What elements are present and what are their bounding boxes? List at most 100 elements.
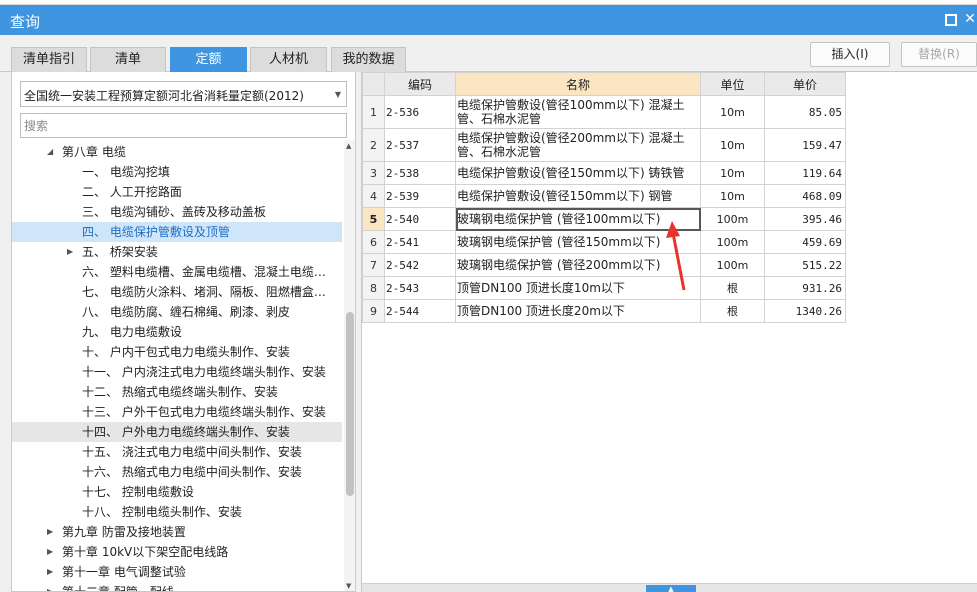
code-cell[interactable]: 2-537	[384, 128, 456, 162]
table-row-current[interactable]: 5 2-540 玻璃钢电缆保护管 (管径100mm以下) 100m 395.46	[362, 207, 846, 231]
scroll-up-icon[interactable]: ▲	[346, 142, 351, 150]
tab-list-guide[interactable]: 清单指引	[11, 47, 87, 72]
scrollbar-thumb[interactable]	[346, 312, 354, 496]
code-cell[interactable]: 2-544	[384, 299, 456, 323]
tab-my-data[interactable]: 我的数据	[331, 47, 406, 72]
price-cell[interactable]: 119.64	[764, 161, 846, 185]
tab-labor-material[interactable]: 人材机	[250, 47, 327, 72]
unit-column-header[interactable]: 单位	[700, 72, 765, 96]
table-row[interactable]: 7 2-542 玻璃钢电缆保护管 (管径200mm以下) 100m 515.22	[362, 253, 846, 277]
unit-cell[interactable]: 10m	[700, 184, 765, 208]
tree-node[interactable]: 十二、 热缩式电缆终端头制作、安装	[12, 382, 342, 402]
price-cell[interactable]: 395.46	[764, 207, 846, 231]
tree-node[interactable]: ▶ 五、 桥架安装	[12, 242, 342, 262]
name-cell[interactable]: 电缆保护管敷设(管径150mm以下) 钢管	[455, 184, 701, 208]
tree-node[interactable]: 七、 电缆防火涂料、堵洞、隔板、阻燃槽盒…	[12, 282, 342, 302]
query-dialog: 查询 ✕ 清单指引 清单 定额 人材机 我的数据 插入(I) 替换(R) 全国统…	[0, 0, 977, 592]
price-cell[interactable]: 159.47	[764, 128, 846, 162]
code-cell[interactable]: 2-541	[384, 230, 456, 254]
unit-cell[interactable]: 100m	[700, 207, 765, 231]
tree-node-hovered[interactable]: 十四、 户外电力电缆终端头制作、安装	[12, 422, 342, 442]
table-row[interactable]: 9 2-544 顶管DN100 顶进长度20m以下 根 1340.26	[362, 299, 846, 323]
tree-node[interactable]: 九、 电力电缆敷设	[12, 322, 342, 342]
price-cell[interactable]: 459.69	[764, 230, 846, 254]
name-column-header[interactable]: 名称	[455, 72, 701, 96]
quota-tree-panel: 全国统一安装工程预算定额河北省消耗量定额(2012) ▼ ◢ 第八章 电缆 一、…	[11, 72, 356, 592]
unit-cell[interactable]: 根	[700, 276, 765, 300]
price-cell[interactable]: 1340.26	[764, 299, 846, 323]
chevron-down-icon[interactable]: ▼	[335, 90, 341, 99]
tree-node[interactable]: 十七、 控制电缆敷设	[12, 482, 342, 502]
expand-triangle-icon[interactable]: ▶	[47, 582, 53, 591]
collapse-triangle-icon[interactable]: ◢	[47, 142, 53, 162]
price-cell[interactable]: 931.26	[764, 276, 846, 300]
tree-node[interactable]: 十、 户内干包式电力电缆头制作、安装	[12, 342, 342, 362]
tree-node[interactable]: 一、 电缆沟挖填	[12, 162, 342, 182]
tree-node[interactable]: ▶ 第十一章 电气调整试验	[12, 562, 342, 582]
maximize-icon[interactable]	[943, 12, 957, 26]
unit-cell[interactable]: 100m	[700, 230, 765, 254]
library-select[interactable]: 全国统一安装工程预算定额河北省消耗量定额(2012) ▼	[20, 81, 347, 107]
tab-quota[interactable]: 定额	[170, 47, 247, 72]
table-row[interactable]: 8 2-543 顶管DN100 顶进长度10m以下 根 931.26	[362, 276, 846, 300]
insert-button[interactable]: 插入(I)	[810, 42, 890, 67]
tree-node[interactable]: ▶ 第九章 防雷及接地装置	[12, 522, 342, 542]
close-icon[interactable]: ✕	[963, 12, 977, 26]
splitter-handle-icon[interactable]: ▲	[646, 585, 696, 592]
unit-cell[interactable]: 10m	[700, 128, 765, 162]
unit-cell[interactable]: 10m	[700, 161, 765, 185]
name-cell[interactable]: 顶管DN100 顶进长度10m以下	[455, 276, 701, 300]
price-cell[interactable]: 515.22	[764, 253, 846, 277]
code-cell[interactable]: 2-538	[384, 161, 456, 185]
scroll-down-icon[interactable]: ▼	[346, 582, 351, 590]
tree-node-label: 第九章 防雷及接地装置	[62, 525, 186, 539]
code-cell[interactable]: 2-536	[384, 95, 456, 129]
tree-node[interactable]: ▶ 第十二章 配管、配线	[12, 582, 342, 591]
expand-triangle-icon[interactable]: ▶	[47, 562, 53, 582]
table-row[interactable]: 2 2-537 电缆保护管敷设(管径200mm以下) 混凝土管、石棉水泥管 10…	[362, 128, 846, 162]
unit-cell[interactable]: 10m	[700, 95, 765, 129]
code-cell[interactable]: 2-543	[384, 276, 456, 300]
tree-scrollbar[interactable]: ▲ ▼	[344, 140, 355, 591]
price-cell[interactable]: 468.09	[764, 184, 846, 208]
name-cell[interactable]: 电缆保护管敷设(管径150mm以下) 铸铁管	[455, 161, 701, 185]
unit-cell[interactable]: 根	[700, 299, 765, 323]
tree-node[interactable]: 十一、 户内浇注式电力电缆终端头制作、安装	[12, 362, 342, 382]
tree-node[interactable]: 二、 人工开挖路面	[12, 182, 342, 202]
code-cell[interactable]: 2-542	[384, 253, 456, 277]
name-cell[interactable]: 玻璃钢电缆保护管 (管径200mm以下)	[455, 253, 701, 277]
tree-node[interactable]: 八、 电缆防腐、缠石棉绳、刷漆、剥皮	[12, 302, 342, 322]
tree-node[interactable]: 十八、 控制电缆头制作、安装	[12, 502, 342, 522]
table-row[interactable]: 4 2-539 电缆保护管敷设(管径150mm以下) 钢管 10m 468.09	[362, 184, 846, 208]
name-cell[interactable]: 电缆保护管敷设(管径200mm以下) 混凝土管、石棉水泥管	[455, 128, 701, 162]
tab-list[interactable]: 清单	[90, 47, 166, 72]
tree-node[interactable]: 六、 塑料电缆槽、金属电缆槽、混凝土电缆…	[12, 262, 342, 282]
search-input[interactable]	[20, 113, 347, 138]
expand-triangle-icon[interactable]: ▶	[47, 522, 53, 542]
code-cell[interactable]: 2-540	[384, 207, 456, 231]
tree-node[interactable]: ◢ 第八章 电缆	[12, 142, 342, 162]
tree-node[interactable]: ▶ 第十章 10kV以下架空配电线路	[12, 542, 342, 562]
tree-node[interactable]: 三、 电缆沟铺砂、盖砖及移动盖板	[12, 202, 342, 222]
table-row[interactable]: 1 2-536 电缆保护管敷设(管径100mm以下) 混凝土管、石棉水泥管 10…	[362, 95, 846, 129]
price-cell[interactable]: 85.05	[764, 95, 846, 129]
price-column-header[interactable]: 单价	[764, 72, 846, 96]
tree-node-selected[interactable]: 四、 电缆保护管敷设及顶管	[12, 222, 342, 242]
tree-node[interactable]: 十三、 户外干包式电力电缆终端头制作、安装	[12, 402, 342, 422]
name-cell[interactable]: 顶管DN100 顶进长度20m以下	[455, 299, 701, 323]
table-row[interactable]: 3 2-538 电缆保护管敷设(管径150mm以下) 铸铁管 10m 119.6…	[362, 161, 846, 185]
unit-cell[interactable]: 100m	[700, 253, 765, 277]
code-column-header[interactable]: 编码	[384, 72, 456, 96]
name-cell-focused[interactable]: 玻璃钢电缆保护管 (管径100mm以下)	[455, 207, 701, 231]
table-row[interactable]: 6 2-541 玻璃钢电缆保护管 (管径150mm以下) 100m 459.69	[362, 230, 846, 254]
name-cell[interactable]: 玻璃钢电缆保护管 (管径150mm以下)	[455, 230, 701, 254]
panel-splitter[interactable]: ▲	[362, 583, 977, 592]
expand-triangle-icon[interactable]: ▶	[67, 242, 73, 262]
name-cell[interactable]: 电缆保护管敷设(管径100mm以下) 混凝土管、石棉水泥管	[455, 95, 701, 129]
expand-triangle-icon[interactable]: ▶	[47, 542, 53, 562]
tree-node[interactable]: 十六、 热缩式电力电缆中间头制作、安装	[12, 462, 342, 482]
code-cell[interactable]: 2-539	[384, 184, 456, 208]
replace-button[interactable]: 替换(R)	[901, 42, 977, 67]
title-bar: 查询 ✕	[0, 5, 977, 35]
tree-node[interactable]: 十五、 浇注式电力电缆中间头制作、安装	[12, 442, 342, 462]
